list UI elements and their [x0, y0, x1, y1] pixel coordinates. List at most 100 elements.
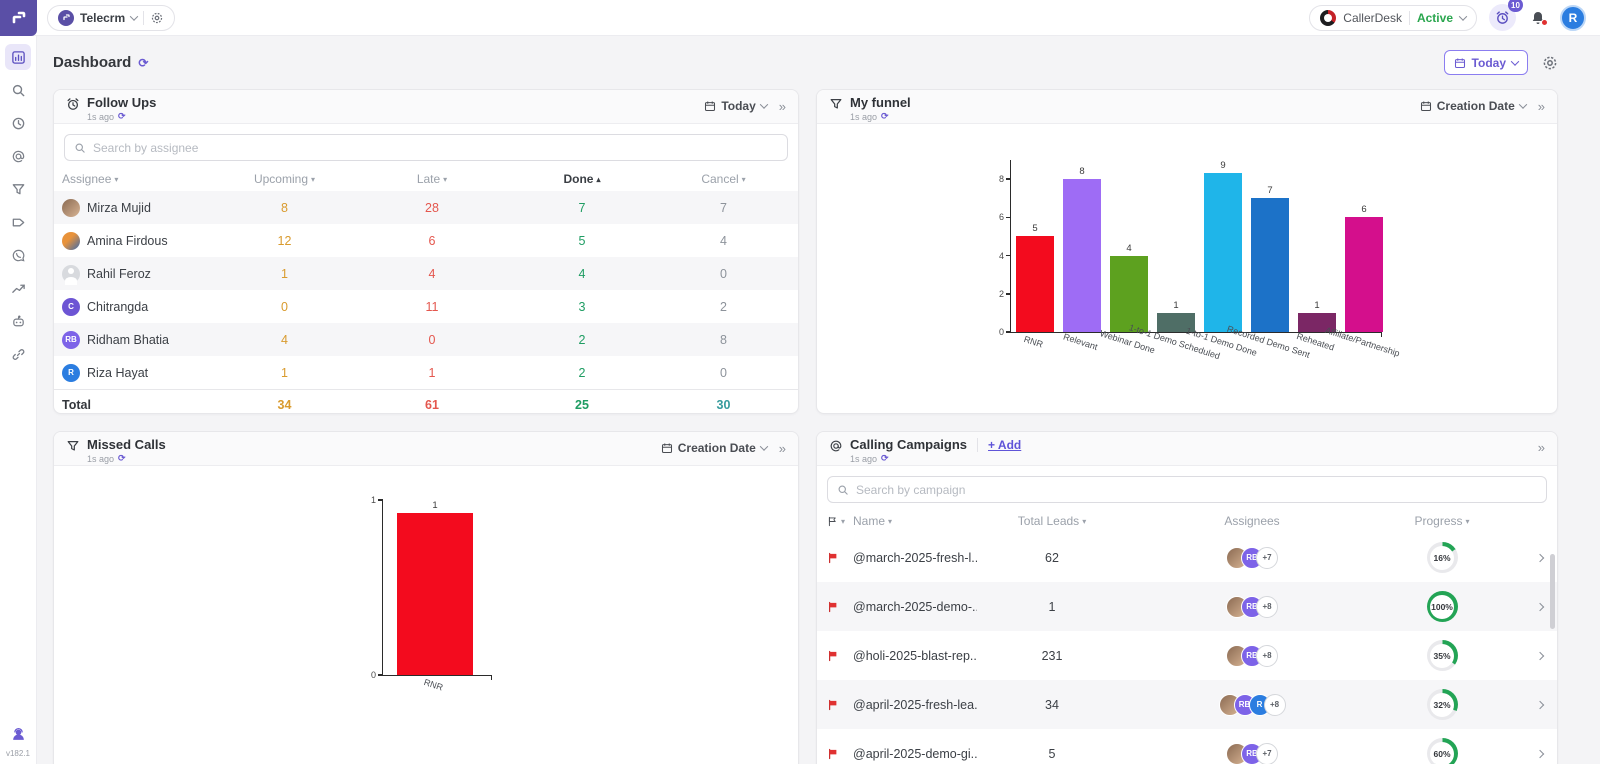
- chevron-down-icon: [760, 442, 768, 450]
- support-agent-button[interactable]: [5, 721, 31, 747]
- my-funnel-date-filter[interactable]: Creation Date: [1420, 99, 1526, 113]
- missed-calls-panel: Missed Calls 1s ago⟳ Creation Date » 011…: [53, 431, 799, 764]
- sidebar-item-automation[interactable]: [5, 308, 31, 334]
- page-date-filter-button[interactable]: Today: [1444, 50, 1528, 75]
- telecrm-logo[interactable]: [0, 0, 37, 36]
- funnel-icon: [829, 97, 843, 122]
- user-avatar[interactable]: R: [1560, 5, 1586, 31]
- dashboard-settings-gear-icon[interactable]: [1542, 55, 1558, 71]
- collapse-panel-icon[interactable]: »: [1538, 100, 1545, 113]
- bar-group: 4Webinar Done: [1110, 160, 1148, 332]
- support-agent-icon: [10, 726, 27, 743]
- sidebar-item-dashboard[interactable]: [5, 44, 31, 70]
- collapse-panel-icon[interactable]: »: [779, 442, 786, 455]
- link-icon: [11, 347, 26, 362]
- sidebar-item-search[interactable]: [5, 77, 31, 103]
- sidebar-item-tags[interactable]: [5, 209, 31, 235]
- bar-group: 1Reheated: [1298, 160, 1336, 332]
- list-item[interactable]: @march-2025-fresh-l... 62 RB +7 16%: [817, 533, 1557, 582]
- bar-value-label: 8: [1079, 166, 1084, 177]
- bar-group: 91-to-1 Demo Done: [1204, 160, 1242, 332]
- follow-ups-date-filter[interactable]: Today: [704, 99, 766, 113]
- table-row[interactable]: RRiza Hayat 1 1 2 0: [54, 356, 798, 389]
- my-funnel-panel: My funnel 1s ago⟳ Creation Date » 024685…: [816, 89, 1558, 414]
- panel-refresh-icon[interactable]: ⟳: [881, 111, 889, 122]
- col-late[interactable]: Late▾: [357, 172, 507, 186]
- list-item[interactable]: @april-2025-fresh-lea... 34 RB R +8 32%: [817, 680, 1557, 729]
- search-icon: [74, 142, 86, 154]
- callerdesk-status-control[interactable]: CallerDesk Active: [1309, 5, 1477, 31]
- add-campaign-button[interactable]: + Add: [977, 438, 1021, 452]
- table-row[interactable]: Mirza Mujid 8 28 7 7: [54, 191, 798, 224]
- table-total-row: Total 34 61 25 30: [54, 389, 798, 414]
- missed-calls-header: Missed Calls 1s ago⟳ Creation Date »: [54, 432, 798, 466]
- x-axis-end-tick: [1381, 332, 1383, 337]
- list-item[interactable]: @holi-2025-blast-rep... 231 RB +8 35%: [817, 631, 1557, 680]
- page-refresh-icon[interactable]: ⟳: [138, 56, 148, 70]
- missed-calls-date-filter[interactable]: Creation Date: [661, 441, 767, 455]
- sidebar-item-whatsapp[interactable]: [5, 242, 31, 268]
- panel-refresh-icon[interactable]: ⟳: [881, 453, 889, 464]
- panel-title: Follow Ups: [87, 96, 156, 110]
- list-item[interactable]: @april-2025-demo-gi... 5 RB +7 60%: [817, 729, 1557, 764]
- scrollbar-thumb[interactable]: [1550, 554, 1555, 629]
- list-item[interactable]: @march-2025-demo-... 1 RB +8 100%: [817, 582, 1557, 631]
- table-row[interactable]: CChitrangda 0 11 3 2: [54, 290, 798, 323]
- col-progress[interactable]: Progress▾: [1377, 514, 1507, 528]
- sidebar-item-funnel[interactable]: [5, 176, 31, 202]
- panel-title: Calling Campaigns: [850, 438, 967, 452]
- my-funnel-header: My funnel 1s ago⟳ Creation Date »: [817, 90, 1557, 124]
- missed-calls-chart: 011RNR: [54, 466, 798, 716]
- col-assignees: Assignees: [1127, 514, 1377, 528]
- page-date-filter-label: Today: [1472, 56, 1506, 70]
- collapse-panel-icon[interactable]: »: [779, 100, 786, 113]
- bar: [1110, 256, 1148, 332]
- table-row[interactable]: Rahil Feroz 1 4 4 0: [54, 257, 798, 290]
- y-axis-tick-label: 1: [371, 495, 376, 505]
- chevron-right-icon[interactable]: [1507, 702, 1547, 708]
- chevron-right-icon[interactable]: [1507, 751, 1547, 757]
- tag-icon: [11, 215, 26, 230]
- search-icon: [837, 484, 849, 496]
- followup-alarm-button[interactable]: 10: [1489, 4, 1516, 31]
- col-flag[interactable]: ▾: [827, 516, 853, 527]
- chevron-right-icon[interactable]: [1507, 555, 1547, 561]
- col-done[interactable]: Done▴: [507, 172, 657, 186]
- top-bar: Telecrm CallerDesk Active 10 R: [0, 0, 1600, 36]
- panel-updated: 1s ago: [850, 454, 877, 464]
- col-cancel[interactable]: Cancel▾: [657, 172, 790, 186]
- sidebar-item-integrations[interactable]: [5, 341, 31, 367]
- col-assignee[interactable]: Assignee▾: [62, 172, 212, 186]
- avatar: [62, 232, 80, 250]
- notifications-button[interactable]: [1528, 8, 1548, 28]
- chevron-right-icon[interactable]: [1507, 604, 1547, 610]
- panel-refresh-icon[interactable]: ⟳: [118, 111, 126, 122]
- collapse-panel-icon[interactable]: »: [1538, 441, 1545, 454]
- campaign-search-input[interactable]: [856, 483, 1537, 497]
- assignee-count: +8: [1264, 694, 1286, 716]
- sidebar-item-recent[interactable]: [5, 110, 31, 136]
- search-icon: [11, 83, 26, 98]
- page-header: Dashboard ⟳ Today: [53, 50, 1558, 75]
- col-total-leads[interactable]: Total Leads▾: [977, 514, 1127, 528]
- workspace-logo-icon: [58, 10, 74, 26]
- panel-refresh-icon[interactable]: ⟳: [118, 453, 126, 464]
- sidebar-item-mentions[interactable]: [5, 143, 31, 169]
- red-flag-icon: [827, 552, 853, 564]
- workspace-switcher[interactable]: Telecrm: [47, 5, 175, 31]
- col-upcoming[interactable]: Upcoming▾: [212, 172, 357, 186]
- x-axis-category-label: Relevant: [1062, 332, 1099, 352]
- table-row[interactable]: Amina Firdous 12 6 5 4: [54, 224, 798, 257]
- y-axis-tick-label: 6: [999, 212, 1004, 222]
- assignee-count: +8: [1256, 645, 1278, 667]
- workspace-settings-gear-icon[interactable]: [150, 11, 164, 25]
- divider: [143, 11, 144, 25]
- bar-value-label: 1: [432, 500, 437, 511]
- follow-ups-search-input[interactable]: [93, 141, 778, 155]
- chevron-right-icon[interactable]: [1507, 653, 1547, 659]
- sidebar-item-analytics[interactable]: [5, 275, 31, 301]
- page-title: Dashboard: [53, 54, 131, 71]
- col-name[interactable]: Name▾: [853, 514, 977, 528]
- bar: [1345, 217, 1383, 332]
- table-row[interactable]: RBRidham Bhatia 4 0 2 8: [54, 323, 798, 356]
